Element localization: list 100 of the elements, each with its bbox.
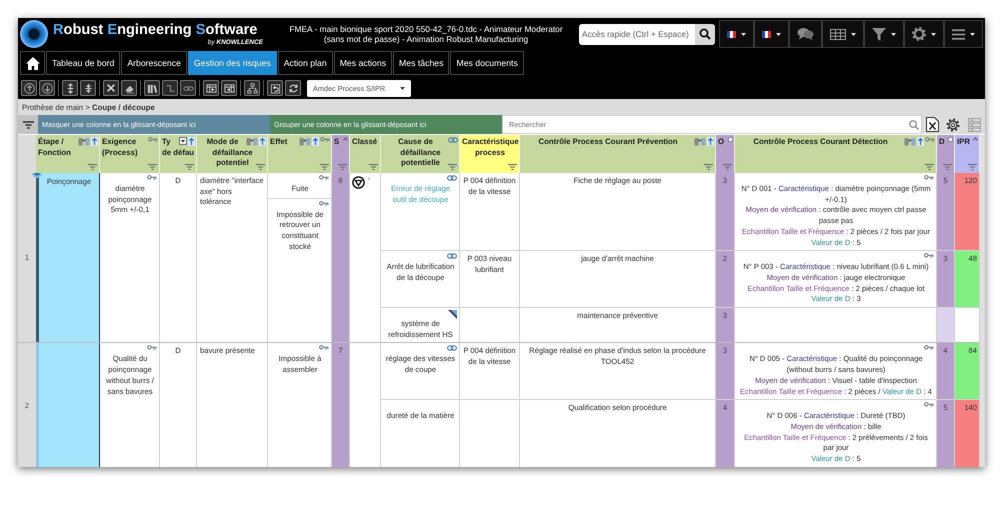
export-button[interactable]	[926, 117, 939, 132]
toolbar-button[interactable]	[121, 80, 137, 96]
settings-button[interactable]	[904, 20, 944, 48]
key-icon[interactable]	[924, 253, 934, 260]
header-corner-cell	[18, 135, 36, 173]
home-button[interactable]	[20, 51, 45, 75]
toolbar-button[interactable]	[221, 80, 237, 96]
nav-tab[interactable]: Gestion des risques	[188, 51, 277, 75]
chain-link-icon[interactable]	[447, 345, 457, 352]
flag-icon	[762, 30, 771, 38]
key-icon[interactable]	[924, 402, 934, 408]
table-view-button[interactable]	[822, 20, 864, 48]
corner-triangle-icon[interactable]	[448, 310, 457, 320]
arrow-up-icon	[24, 82, 34, 94]
toolbar-button[interactable]	[285, 80, 301, 96]
key-icon[interactable]	[319, 200, 329, 207]
filter-button[interactable]	[864, 20, 904, 48]
refresh-icon	[288, 82, 298, 94]
filter-icon[interactable]	[508, 164, 517, 170]
caret-icon	[851, 32, 856, 36]
sort-arrow-icon	[917, 137, 924, 146]
table-icon	[830, 28, 846, 40]
chain-link-icon[interactable]	[447, 253, 457, 260]
hierarchy-icon	[246, 82, 258, 94]
search-field[interactable]: Accès rapide (Ctrl + Espace)	[579, 24, 695, 44]
filter-icon[interactable]	[704, 164, 713, 170]
toolbar-button[interactable]	[144, 80, 160, 96]
filter-icon[interactable]	[148, 164, 157, 170]
binoculars-icon	[299, 137, 311, 146]
home-icon	[26, 56, 40, 70]
key-icon[interactable]	[924, 345, 934, 352]
filter-icon[interactable]	[185, 164, 194, 170]
sort-caret-icon	[973, 137, 978, 141]
key-icon[interactable]	[147, 175, 157, 181]
caret-icon	[776, 32, 781, 36]
filter-toggle-button[interactable]	[18, 115, 38, 134]
binoculars-icon	[904, 137, 916, 146]
sort-arrow-icon	[91, 137, 98, 146]
key-icon[interactable]	[319, 345, 329, 352]
search-button[interactable]	[695, 24, 715, 44]
square-icon	[728, 137, 733, 142]
flag-icon	[727, 30, 736, 38]
menu-icon	[952, 28, 965, 40]
filter-lines-icon	[22, 120, 34, 128]
scrollbar[interactable]	[980, 135, 985, 467]
toolbar-button[interactable]	[62, 80, 78, 96]
funnel-icon	[872, 28, 886, 40]
flag-menu-button[interactable]	[719, 20, 754, 48]
caret-icon	[891, 32, 896, 36]
filter-icon[interactable]	[369, 164, 378, 170]
key-icon[interactable]	[319, 175, 329, 181]
key-icon[interactable]	[924, 175, 934, 181]
list-icon	[968, 118, 982, 132]
toolbar-button[interactable]	[203, 80, 219, 96]
toolbar-button[interactable]	[267, 80, 283, 96]
settings-icon	[912, 27, 926, 41]
filter-icon[interactable]	[968, 164, 977, 170]
chain-link-icon[interactable]	[447, 175, 457, 181]
key-icon	[148, 137, 158, 143]
filter-icon[interactable]	[925, 164, 934, 170]
key-icon[interactable]	[147, 345, 157, 352]
toolbar-button[interactable]	[80, 80, 96, 96]
arrow-down-icon	[42, 82, 52, 94]
close-icon	[106, 83, 116, 93]
settings-icon	[946, 118, 960, 132]
document-cross-icon	[926, 117, 939, 132]
caret-icon	[931, 32, 936, 36]
sort-arrow-icon	[188, 137, 195, 146]
toolbar-button[interactable]	[103, 80, 119, 96]
filter-icon[interactable]	[320, 164, 329, 170]
flag-menu-button[interactable]	[754, 20, 789, 48]
key-icon	[925, 137, 935, 143]
menu-button[interactable]	[944, 20, 983, 48]
logo-icon	[20, 20, 48, 48]
nav-tab[interactable]: Action plan	[278, 51, 333, 75]
collapse-icon	[82, 82, 94, 94]
filter-icon[interactable]	[256, 164, 265, 170]
binoculars-icon	[694, 137, 706, 146]
nav-tab[interactable]: Mes documents	[450, 51, 524, 75]
toolbar-button[interactable]	[39, 80, 55, 96]
sort-arrow-icon	[312, 137, 319, 146]
table-icon	[206, 82, 216, 94]
toolbar-button[interactable]	[21, 80, 37, 96]
sort-caret-icon	[343, 137, 348, 141]
filter-icon[interactable]	[448, 164, 457, 170]
chat-button[interactable]	[789, 20, 822, 48]
step-cell[interactable]	[36, 343, 100, 467]
search-icon	[699, 28, 711, 40]
caret-icon	[970, 32, 975, 36]
square-icon	[948, 137, 953, 142]
toolbar-button[interactable]	[244, 80, 260, 96]
nav-tab[interactable]: Mes actions	[334, 51, 392, 75]
nav-tab[interactable]: Arborescence	[121, 51, 187, 75]
caret-icon	[741, 32, 746, 36]
sort-arrow-icon	[707, 137, 714, 146]
undo-icon	[270, 82, 280, 94]
filter-icon[interactable]	[88, 164, 97, 170]
nav-tab[interactable]: Tableau de bord	[46, 51, 120, 75]
nav-tab[interactable]: Mes tâches	[393, 51, 450, 75]
settings-button[interactable]	[946, 118, 960, 132]
